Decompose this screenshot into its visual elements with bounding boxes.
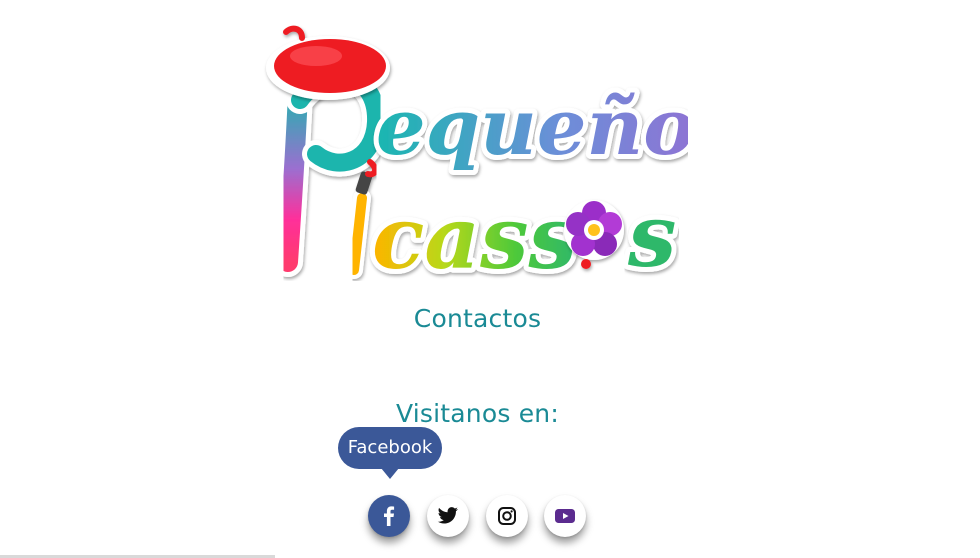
instagram-button[interactable] bbox=[486, 495, 528, 537]
visit-title: Visitanos en: bbox=[396, 399, 559, 428]
facebook-button[interactable] bbox=[368, 495, 410, 537]
instagram-icon bbox=[497, 506, 517, 526]
youtube-button[interactable] bbox=[544, 495, 586, 537]
svg-text:equeños: equeños bbox=[376, 82, 688, 173]
page: equeños equeños cass cass bbox=[0, 0, 980, 558]
twitter-icon bbox=[437, 507, 459, 525]
svg-text:s: s bbox=[627, 186, 676, 284]
tooltip-arrow bbox=[381, 468, 399, 479]
contact-link[interactable]: Contactos bbox=[0, 304, 955, 333]
youtube-icon bbox=[554, 508, 576, 524]
pequenos-picassos-logo: equeños equeños cass cass bbox=[258, 22, 688, 284]
facebook-tooltip: Facebook bbox=[338, 427, 442, 469]
twitter-button[interactable] bbox=[427, 495, 469, 537]
svg-text:cass: cass bbox=[372, 188, 577, 284]
facebook-icon bbox=[379, 505, 399, 527]
